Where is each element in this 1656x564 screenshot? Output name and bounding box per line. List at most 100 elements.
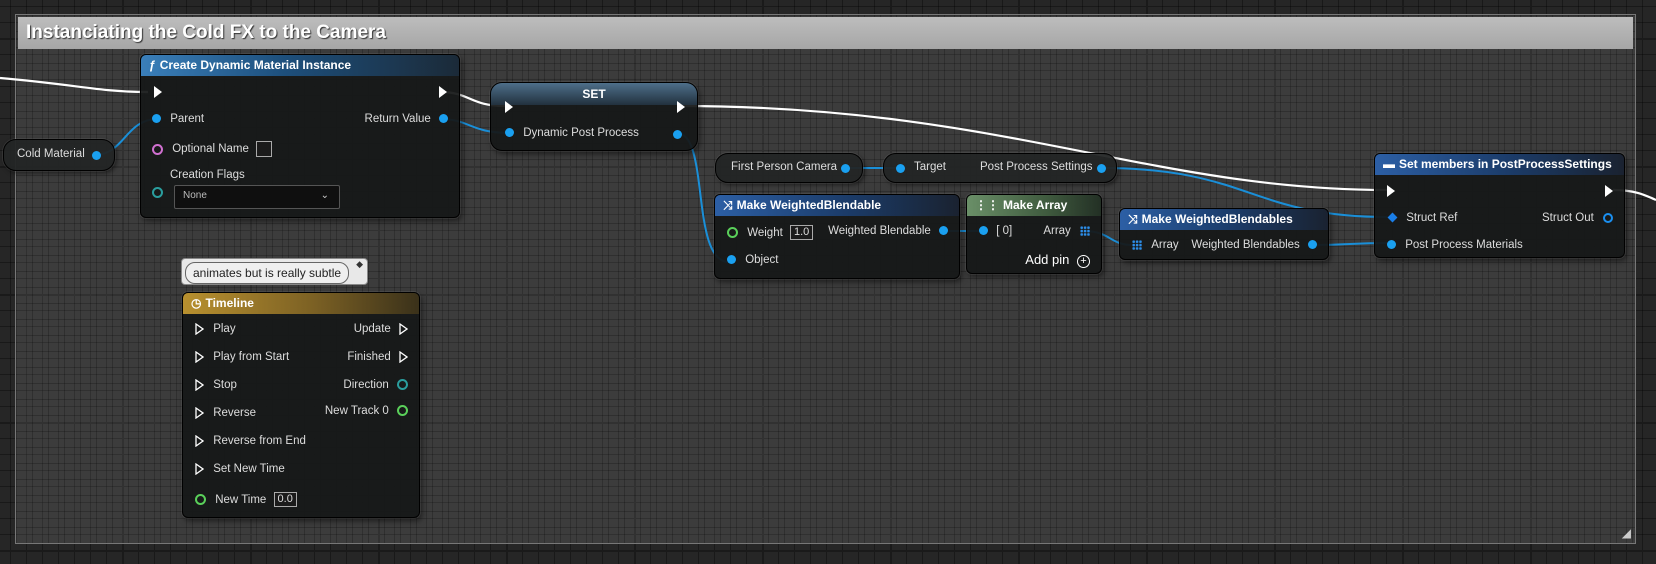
cold-material-output-pin[interactable] <box>92 151 101 160</box>
cold-material-node[interactable]: Cold Material <box>3 139 115 171</box>
weight-pin[interactable] <box>727 227 738 238</box>
weighted-blendable-output-pin[interactable] <box>939 226 948 236</box>
new-time-input[interactable]: 0.0 <box>273 492 297 507</box>
timeline-comment-bubble[interactable]: animates but is really subtle ◆ <box>181 258 368 285</box>
weighted-blendable-output-row: Weighted Blendable <box>828 225 948 237</box>
finished-exec-pin[interactable] <box>399 350 409 364</box>
creation-flags-pin[interactable] <box>152 187 163 198</box>
pps-target-pin[interactable] <box>896 164 905 173</box>
timeline-output-new-track: New Track 0 <box>325 405 408 417</box>
timeline-output-direction: Direction <box>343 379 408 391</box>
make-weighted-blendables-array-pin[interactable] <box>1132 239 1142 250</box>
post-process-settings-getter-node[interactable]: Target Post Process Settings <box>883 153 1117 183</box>
struct-ref-pin[interactable] <box>1387 213 1398 223</box>
make-weighted-blendable-title: Make WeightedBlendable <box>736 198 882 212</box>
update-exec-pin[interactable] <box>399 322 409 336</box>
set-exec-out-pin[interactable] <box>677 101 685 113</box>
comment-title[interactable]: Instanciating the Cold FX to the Camera <box>18 17 1633 49</box>
new-track-pin[interactable] <box>397 405 408 417</box>
weight-row: Weight 1.0 <box>727 225 814 240</box>
create-dmi-exec-in-pin[interactable] <box>154 86 162 98</box>
post-process-materials-pin[interactable] <box>1387 240 1396 250</box>
timeline-output-finished: Finished <box>347 350 409 364</box>
make-array-output-row: Array <box>1043 225 1090 237</box>
new-track-label: New Track 0 <box>324 405 389 417</box>
create-dmi-header: ƒ Create Dynamic Material Instance <box>141 55 459 76</box>
first-person-camera-label: First Person Camera <box>731 161 838 173</box>
direction-label: Direction <box>343 379 389 391</box>
pin-comment-icon[interactable]: ◆ <box>356 260 363 270</box>
make-weighted-blendable-header: ⤨ Make WeightedBlendable <box>715 195 959 216</box>
new-time-label: New Time <box>215 493 267 506</box>
play-exec-pin[interactable] <box>195 322 205 336</box>
post-process-materials-row: Post Process Materials <box>1387 239 1523 251</box>
struct-out-pin[interactable] <box>1603 212 1613 223</box>
reverse-exec-pin[interactable] <box>195 406 205 420</box>
pps-output-label: Post Process Settings <box>980 161 1093 173</box>
set-dynamic-post-process-label: Dynamic Post Process <box>523 127 639 139</box>
set-title: SET <box>491 83 697 105</box>
make-weighted-blendables-node[interactable]: ⤨ Make WeightedBlendables Array Weighted … <box>1119 208 1329 260</box>
reverse-from-end-label: Reverse from End <box>213 435 306 448</box>
create-dmi-optional-name-row: Optional Name <box>152 141 273 157</box>
direction-pin[interactable] <box>397 379 408 391</box>
make-weighted-blendables-title: Make WeightedBlendables <box>1141 212 1293 226</box>
create-dmi-title: Create Dynamic Material Instance <box>159 58 352 72</box>
set-dynamic-post-process-row: Dynamic Post Process <box>505 127 639 139</box>
make-weighted-blendables-array-row: Array <box>1132 239 1179 251</box>
optional-name-pin[interactable] <box>152 143 163 155</box>
play-label: Play <box>213 323 236 336</box>
chevron-down-icon: ⌄ <box>320 190 329 201</box>
create-dmi-return-row: Return Value <box>365 113 448 125</box>
make-array-output-pin[interactable] <box>1080 225 1090 236</box>
weighted-blendables-output-pin[interactable] <box>1308 240 1317 250</box>
object-pin[interactable] <box>727 255 736 265</box>
set-dynamic-post-process-in-pin[interactable] <box>505 128 514 138</box>
parent-pin[interactable] <box>152 114 161 124</box>
create-dmi-exec-out-pin[interactable] <box>439 86 447 98</box>
make-weighted-blendables-header: ⤨ Make WeightedBlendables <box>1120 209 1328 230</box>
set-dynamic-post-process-out-pin[interactable] <box>673 130 682 139</box>
finished-label: Finished <box>347 351 391 364</box>
creation-flags-dropdown[interactable]: None ⌄ <box>174 185 340 209</box>
set-node[interactable]: SET Dynamic Post Process <box>490 82 698 151</box>
stop-exec-pin[interactable] <box>195 378 205 392</box>
first-person-camera-node[interactable]: First Person Camera <box>715 153 863 183</box>
timeline-header: ◷ Timeline <box>183 293 419 314</box>
optional-name-input[interactable] <box>256 141 273 157</box>
set-members-exec-out-pin[interactable] <box>1605 185 1613 197</box>
play-from-start-exec-pin[interactable] <box>195 350 205 364</box>
post-process-materials-label: Post Process Materials <box>1405 239 1523 251</box>
timeline-input-play-from-start: Play from Start <box>195 350 290 364</box>
object-row: Object <box>727 254 778 266</box>
make-array-index0-pin[interactable] <box>979 226 988 236</box>
new-time-pin[interactable] <box>195 494 206 505</box>
make-array-node[interactable]: ⋮⋮ Make Array [ 0] Array Add pin + <box>966 194 1102 274</box>
pps-output-pin[interactable] <box>1097 164 1106 173</box>
make-array-title: Make Array <box>1003 198 1068 212</box>
resize-grip-icon[interactable]: ◢ <box>1622 526 1631 540</box>
set-members-node[interactable]: ▬ Set members in PostProcessSettings Stru… <box>1374 153 1625 258</box>
struct-out-row: Struct Out <box>1542 212 1613 224</box>
create-dynamic-material-instance-node[interactable]: ƒ Create Dynamic Material Instance Parent… <box>140 54 460 218</box>
set-new-time-exec-pin[interactable] <box>195 462 205 476</box>
play-from-start-label: Play from Start <box>213 351 290 364</box>
set-exec-in-pin[interactable] <box>505 101 513 113</box>
struct-set-icon: ▬ <box>1383 157 1395 171</box>
struct-out-label: Struct Out <box>1542 212 1594 224</box>
return-value-pin[interactable] <box>439 114 448 124</box>
create-dmi-parent-row: Parent <box>152 113 204 125</box>
set-members-title: Set members in PostProcessSettings <box>1399 157 1612 171</box>
timeline-node[interactable]: ◷ Timeline Play Play from Start Stop Reve… <box>182 292 420 518</box>
reverse-from-end-exec-pin[interactable] <box>195 434 205 448</box>
weight-label: Weight <box>747 226 783 239</box>
weighted-blendable-label: Weighted Blendable <box>828 225 931 237</box>
add-pin-button[interactable]: Add pin + <box>1025 252 1090 268</box>
update-label: Update <box>353 323 391 336</box>
weight-input[interactable]: 1.0 <box>790 225 814 240</box>
make-weighted-blendable-node[interactable]: ⤨ Make WeightedBlendable Weight 1.0 Objec… <box>714 194 960 279</box>
timeline-input-reverse-from-end: Reverse from End <box>195 434 306 448</box>
first-person-camera-output-pin[interactable] <box>841 164 850 173</box>
set-members-exec-in-pin[interactable] <box>1387 185 1395 197</box>
weighted-blendables-label: Weighted Blendables <box>1191 239 1300 251</box>
